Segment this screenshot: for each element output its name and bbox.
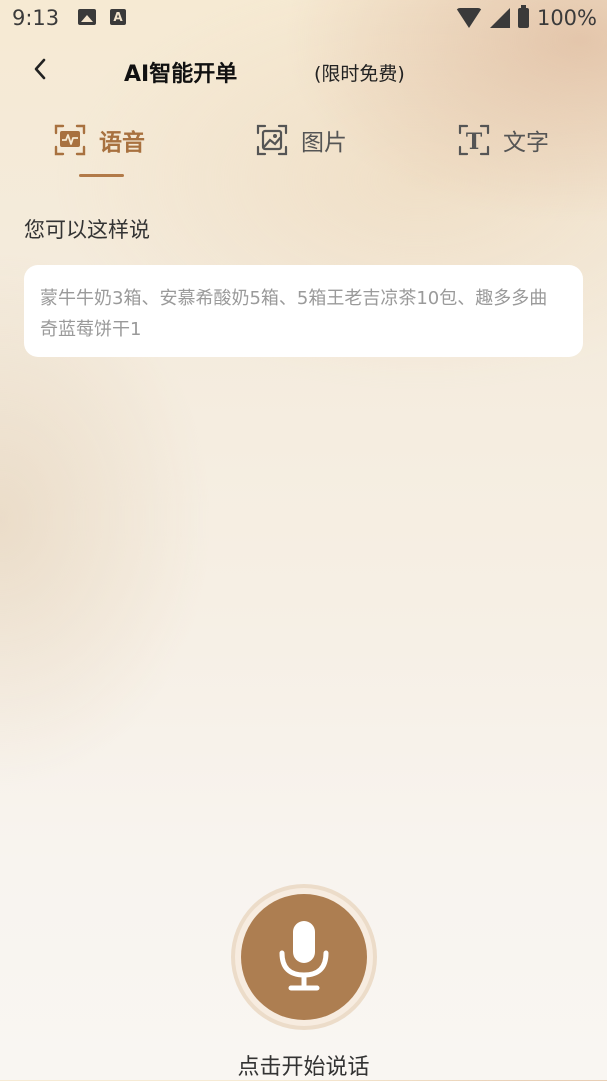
status-notification-icons: A (78, 9, 126, 25)
text-scan-icon: T (458, 124, 490, 156)
status-bar: 9:13 A 100% (0, 0, 607, 40)
tab-text[interactable]: T 文字 (457, 120, 549, 160)
active-tab-indicator (79, 174, 124, 177)
hint-title: 您可以这样说 (24, 218, 150, 242)
svg-text:T: T (466, 129, 483, 155)
input-mode-tabs: 语音 图片 T 文字 (0, 112, 607, 182)
tab-image[interactable]: 图片 (255, 120, 347, 160)
microphone-icon (279, 921, 329, 991)
start-speaking-button[interactable] (241, 894, 367, 1020)
page-title: AI智能开单 (124, 62, 238, 87)
top-nav-bar: AI智能开单 (限时免费) (0, 46, 607, 96)
status-system-icons: 100% (455, 5, 597, 30)
back-button[interactable] (28, 54, 54, 84)
signal-icon (489, 8, 510, 28)
image-scan-icon (256, 124, 288, 156)
voice-scan-icon (54, 124, 86, 156)
tab-text-label: 文字 (503, 130, 549, 156)
wifi-icon (455, 8, 482, 28)
chevron-left-icon (34, 58, 46, 80)
image-notification-icon (78, 9, 96, 25)
a-notification-icon: A (110, 9, 126, 25)
tab-voice-label: 语音 (99, 130, 145, 156)
example-phrase-card: 蒙牛牛奶3箱、安慕希酸奶5箱、5箱王老吉凉茶10包、趣多多曲奇蓝莓饼干1 (24, 265, 583, 357)
free-badge-text: (限时免费) (314, 63, 405, 85)
tab-image-label: 图片 (301, 130, 347, 156)
battery-percentage: 100% (536, 6, 597, 30)
status-time: 9:13 (12, 6, 60, 30)
tab-voice[interactable]: 语音 (53, 120, 145, 160)
battery-charging-icon (517, 5, 529, 28)
start-speaking-label: 点击开始说话 (237, 1055, 370, 1080)
